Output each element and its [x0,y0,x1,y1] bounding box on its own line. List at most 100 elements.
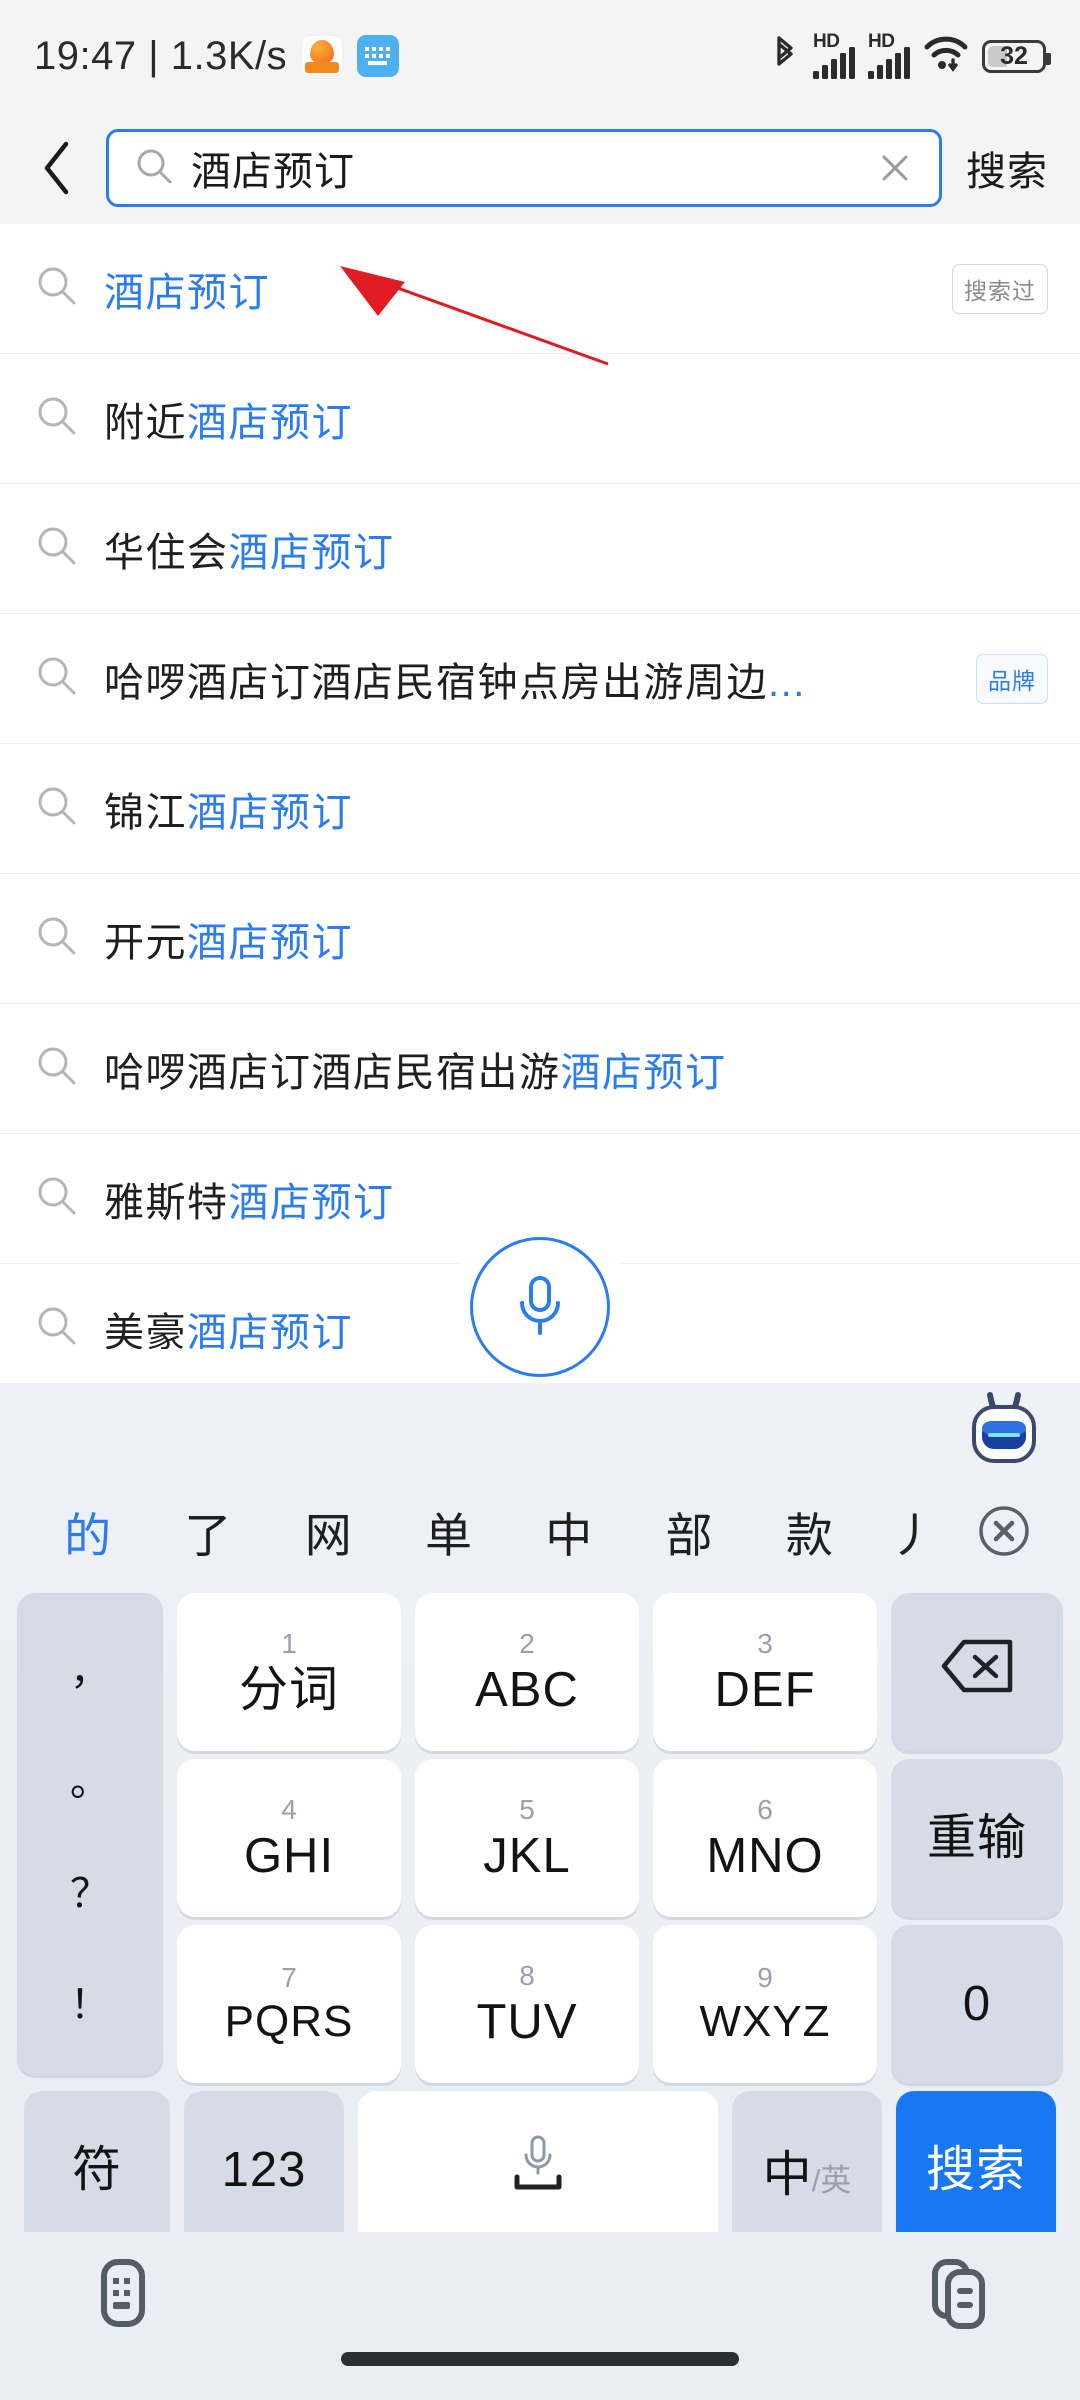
key-number: 1 [281,1627,297,1659]
suggestion-prefix: 华住会 [104,530,229,575]
key-0[interactable]: 0 [891,1925,1063,2083]
suggestion-text: 雅斯特酒店预订 [104,1170,1048,1228]
key-9-wxyz[interactable]: 9 WXYZ [653,1925,877,2083]
keyboard-toolbar [0,1383,1080,1475]
candidate-word[interactable]: 的 [28,1497,148,1566]
status-bar: 19:47 | 1.3K/s HD HD 32 [0,0,1080,112]
bluetooth-icon [770,34,800,79]
candidate-word[interactable]: 部 [629,1497,749,1566]
backspace-key[interactable] [891,1593,1063,1751]
clipboard-icon[interactable] [922,2254,994,2339]
key-2-abc[interactable]: 2 ABC [415,1593,639,1751]
suggestion-row[interactable]: 哈啰酒店订酒店民宿钟点房出游周边... 品牌 [0,614,1080,744]
candidate-word[interactable]: 中 [509,1497,629,1566]
suggestion-highlight: 酒店预订 [228,1180,395,1225]
search-icon [36,785,78,832]
key-number: 6 [757,1793,773,1825]
backspace-icon [940,1638,1014,1706]
key-7-pqrs[interactable]: 7 PQRS [177,1925,401,2083]
punct-question[interactable]: ？ [70,1861,110,1919]
candidate-word[interactable]: 了 [148,1497,268,1566]
punct-period[interactable]: 。 [70,1749,110,1807]
key-label: 重输 [926,1810,1027,1865]
suggestion-text: 华住会酒店预订 [104,520,1048,578]
candidate-word[interactable]: 单 [389,1497,509,1566]
language-toggle-key[interactable]: 中 / 英 [732,2091,882,2249]
robot-assistant-icon[interactable] [966,1391,1042,1469]
lang-zh-label: 中 [762,2147,812,2202]
search-icon [36,655,78,702]
home-indicator[interactable] [341,2352,739,2366]
suggestion-highlight: 酒店预订 [187,1310,353,1350]
punct-comma[interactable]: ， [70,1638,110,1696]
search-suggestion-list: 酒店预订 搜索过 附近酒店预订 华住会酒店预订 哈啰酒店订酒店民宿钟点房出游周边... 品… [0,224,1080,1349]
key-8-tuv[interactable]: 8 TUV [415,1925,639,2083]
suggestion-prefix: 哈啰酒店订酒店民宿出游 [104,1050,561,1095]
voice-search-button[interactable] [470,1237,610,1377]
suggestion-row[interactable]: 附近酒店预订 [0,354,1080,484]
back-chevron-icon[interactable] [26,137,88,199]
suggestion-prefix: 锦江 [104,790,187,835]
suggestion-badge: 品牌 [976,653,1048,704]
keyboard-row: 1 分词 2 ABC 3 DEF [170,1593,1070,1751]
candidate-bar: 的了网单中部款丿 [0,1475,1080,1587]
punct-exclaim[interactable]: ！ [70,1972,110,2030]
retype-key[interactable]: 重输 [891,1759,1063,1917]
suggestion-prefix: 开元 [104,920,187,965]
search-input-value: 酒店预订 [191,150,355,194]
keyboard-switch-icon[interactable] [86,2254,158,2339]
keyboard-row: 4 GHI 5 JKL 6 MNO 重输 [170,1759,1070,1917]
keypad: ， 。 ？ ！ 1 分词 2 ABC 3 DEF 4 GHI 5 JKL 6 MNO 重输 7 PQRS 8 T… [0,1587,1080,2249]
key-label: DEF [714,1662,816,1717]
punctuation-key[interactable]: ， 。 ？ ！ [17,1593,163,2075]
key-number: 4 [281,1793,297,1825]
candidate-word[interactable]: 款 [750,1497,870,1566]
key-1-fenci[interactable]: 1 分词 [177,1593,401,1751]
signal-icon-sim2: HD [868,31,910,79]
key-number: 3 [757,1627,773,1659]
key-4-ghi[interactable]: 4 GHI [177,1759,401,1917]
key-number: 5 [519,1793,535,1825]
search-icon [36,395,78,442]
search-icon [36,1175,78,1222]
candidate-word[interactable]: 网 [269,1497,389,1566]
phone-screen: 19:47 | 1.3K/s HD HD 32 酒店预订 搜索 酒店预订 搜索过… [0,0,1080,2400]
suggestion-row[interactable]: 哈啰酒店订酒店民宿出游酒店预订 [0,1004,1080,1134]
battery-icon: 32 [982,39,1051,73]
microphone-icon [508,1270,572,1345]
search-input[interactable]: 酒店预订 [106,129,942,207]
clear-x-icon[interactable] [873,146,917,190]
status-bar-right: HD HD 32 [770,31,1051,79]
suggestion-ellipsis: ... [768,660,806,705]
suggestion-row[interactable]: 华住会酒店预订 [0,484,1080,614]
numeric-mode-key[interactable]: 123 [184,2091,344,2249]
punctuation-column: ， 。 ？ ！ [10,1593,170,2091]
suggestion-text: 哈啰酒店订酒店民宿出游酒店预订 [104,1040,1048,1098]
candidate-stroke[interactable]: 丿 [870,1497,956,1566]
key-label: GHI [243,1828,335,1883]
status-time: 19:47 | 1.3K/s [34,33,288,78]
suggestion-badge: 搜索过 [952,263,1048,314]
key-5-jkl[interactable]: 5 JKL [415,1759,639,1917]
suggestion-prefix: 附近 [104,400,187,445]
suggestion-prefix: 哈啰酒店订酒店民宿钟点房出游周边 [104,660,768,705]
suggestion-row[interactable]: 开元酒店预订 [0,874,1080,1004]
keyboard-bottom-row: 符 123 中 / 英 搜索 [10,2091,1070,2249]
suggestion-row[interactable]: 酒店预订 搜索过 [0,224,1080,354]
suggestion-row[interactable]: 锦江酒店预订 [0,744,1080,874]
search-submit-button[interactable]: 搜索 [960,139,1054,197]
keyboard-notification-icon [357,35,400,77]
key-number: 7 [281,1962,297,1993]
key-3-def[interactable]: 3 DEF [653,1593,877,1751]
lang-sep-label: / [811,2162,821,2198]
close-circle-icon[interactable] [956,1503,1052,1559]
space-key[interactable] [358,2091,718,2249]
status-bar-left: 19:47 | 1.3K/s [34,33,400,79]
key-6-mno[interactable]: 6 MNO [653,1759,877,1917]
key-rows: 1 分词 2 ABC 3 DEF 4 GHI 5 JKL 6 MNO 重输 7 PQRS 8 TUV 9 WXYZ 0 [170,1593,1070,2091]
symbol-key[interactable]: 符 [24,2091,170,2249]
search-icon [36,1045,78,1092]
suggestion-prefix: 美豪 [104,1310,187,1350]
bottom-nav-bar [0,2232,1080,2400]
enter-search-key[interactable]: 搜索 [896,2091,1056,2249]
